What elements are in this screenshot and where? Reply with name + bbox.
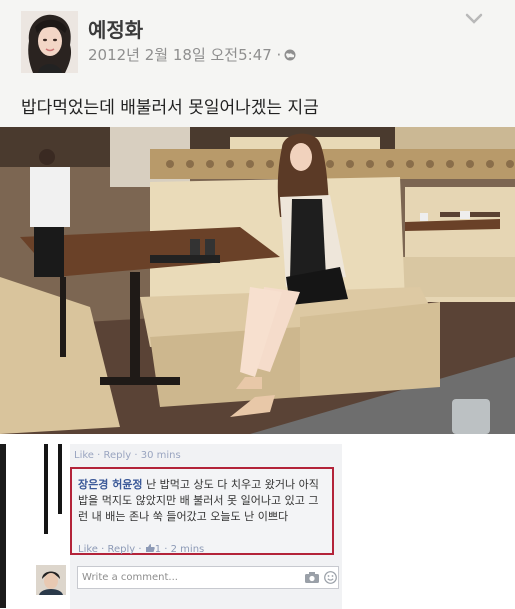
emoji-icon[interactable]: [324, 571, 337, 584]
like-reply-links[interactable]: Like · Reply ·: [78, 544, 145, 555]
thumbs-up-icon[interactable]: [145, 543, 155, 553]
globe-icon[interactable]: [284, 49, 296, 61]
timestamp-text[interactable]: 2012년 2월 18일 오전5:47 ·: [88, 46, 281, 64]
post-text: 밥다먹었는데 배불러서 못일어나겠는 지금: [21, 98, 319, 118]
connector-line: [44, 444, 48, 534]
chevron-down-icon[interactable]: [464, 12, 484, 26]
camera-icon[interactable]: [305, 572, 319, 583]
comment-input-box[interactable]: [77, 566, 339, 589]
restaurant-photo: [0, 127, 515, 434]
comment-author[interactable]: 장은경 허윤정: [78, 478, 143, 491]
prev-actions-text[interactable]: Like · Reply · 30 mins: [74, 450, 181, 461]
left-edge-bar: [0, 444, 6, 608]
author-name[interactable]: 예정화: [88, 14, 143, 43]
write-comment-input[interactable]: [82, 569, 292, 586]
avatar[interactable]: [21, 11, 78, 73]
previous-comment-actions[interactable]: Like · Reply · 30 mins: [74, 450, 181, 461]
post-photo[interactable]: [0, 127, 515, 434]
avatar-image: [21, 11, 78, 73]
connector-line: [58, 444, 62, 514]
current-user-avatar[interactable]: [36, 565, 66, 595]
avatar-image: [36, 565, 66, 595]
comment-body: 장은경 허윤정 난 밥먹고 상도 다 치우고 왔거나 아직 밥을 먹지도 않았지…: [78, 477, 328, 525]
comment-time[interactable]: · 2 mins: [161, 544, 204, 555]
post-card: 예정화 2012년 2월 18일 오전5:47 · 밥다먹었는데 배불러서 못일…: [0, 0, 515, 132]
post-timestamp[interactable]: 2012년 2월 18일 오전5:47 ·: [88, 44, 296, 65]
highlighted-comment: 장은경 허윤정 난 밥먹고 상도 다 치우고 왔거나 아직 밥을 먹지도 않았지…: [70, 467, 334, 555]
comment-actions: Like · Reply · 1 · 2 mins: [78, 543, 204, 555]
